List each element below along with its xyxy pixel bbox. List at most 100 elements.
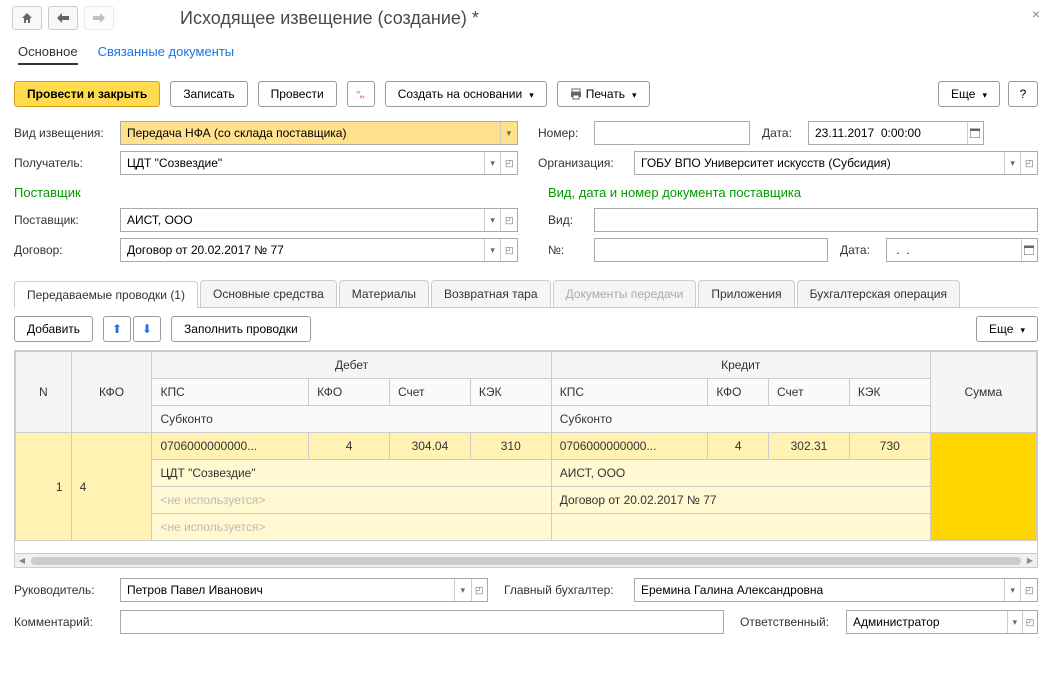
scroll-right-icon[interactable]: ▶: [1023, 554, 1037, 568]
comment-input[interactable]: [120, 610, 724, 634]
help-button[interactable]: ?: [1008, 81, 1038, 107]
dropdown-icon[interactable]: ▾: [454, 579, 470, 601]
print-button[interactable]: Печать: [557, 81, 650, 107]
doc-date-input[interactable]: [886, 238, 1038, 262]
tab-fixed-assets[interactable]: Основные средства: [200, 280, 337, 307]
open-icon[interactable]: ◰: [1020, 152, 1037, 174]
tab-accounting-op[interactable]: Бухгалтерская операция: [797, 280, 960, 307]
cell-d-kps[interactable]: 0706000000000...: [152, 433, 309, 460]
dropdown-icon[interactable]: ▾: [484, 209, 501, 231]
number-input[interactable]: [594, 121, 750, 145]
dropdown-icon[interactable]: ▾: [484, 152, 501, 174]
dropdown-icon[interactable]: ▾: [1004, 152, 1021, 174]
cell-d-sub1[interactable]: ЦДТ "Созвездие": [152, 460, 551, 487]
dropdown-icon[interactable]: ▾: [1004, 579, 1021, 601]
save-button[interactable]: Записать: [170, 81, 247, 107]
open-icon[interactable]: ◰: [1022, 611, 1037, 633]
cell-sum[interactable]: [930, 433, 1036, 541]
back-button[interactable]: [48, 6, 78, 30]
cell-d-sub3[interactable]: <не используется>: [152, 514, 551, 541]
doc-num-field[interactable]: [595, 239, 827, 261]
cell-d-acct[interactable]: 304.04: [389, 433, 470, 460]
scroll-thumb[interactable]: [31, 557, 1021, 565]
nav-tab-linked[interactable]: Связанные документы: [98, 44, 235, 65]
tab-transfer-docs: Документы передачи: [553, 280, 697, 307]
move-down-button[interactable]: ⬇: [133, 316, 161, 342]
supplier-input[interactable]: ▾ ◰: [120, 208, 518, 232]
cell-n[interactable]: 1: [16, 433, 72, 541]
cell-c-sub2[interactable]: Договор от 20.02.2017 № 77: [551, 487, 930, 514]
chief-acc-field[interactable]: [635, 579, 1004, 601]
post-button[interactable]: Провести: [258, 81, 337, 107]
comment-field[interactable]: [121, 611, 723, 633]
contract-input[interactable]: ▾ ◰: [120, 238, 518, 262]
dtkt-button[interactable]: АтКт: [347, 81, 375, 107]
manager-input[interactable]: ▾ ◰: [120, 578, 488, 602]
cell-kfo[interactable]: 4: [71, 433, 152, 541]
doc-date-field[interactable]: [887, 239, 1021, 261]
notif-type-input[interactable]: ▾: [120, 121, 518, 145]
tab-transferred-entries[interactable]: Передаваемые проводки (1): [14, 281, 198, 308]
open-icon[interactable]: ◰: [500, 152, 517, 174]
open-icon[interactable]: ◰: [1020, 579, 1037, 601]
dropdown-icon[interactable]: ▾: [484, 239, 501, 261]
add-row-button[interactable]: Добавить: [14, 316, 93, 342]
calendar-icon[interactable]: [1021, 239, 1037, 261]
cell-c-sub3[interactable]: [551, 514, 930, 541]
open-icon[interactable]: ◰: [471, 579, 487, 601]
notif-type-field[interactable]: [121, 122, 500, 144]
open-icon[interactable]: ◰: [500, 209, 517, 231]
calendar-icon[interactable]: [967, 122, 983, 144]
comment-label: Комментарий:: [14, 615, 114, 629]
org-input[interactable]: ▾ ◰: [634, 151, 1038, 175]
cell-c-kfo[interactable]: 4: [708, 433, 769, 460]
recipient-field[interactable]: [121, 152, 484, 174]
doc-num-input[interactable]: [594, 238, 828, 262]
svg-text:Ат: Ат: [356, 89, 361, 94]
fill-entries-button[interactable]: Заполнить проводки: [171, 316, 311, 342]
post-and-close-button[interactable]: Провести и закрыть: [14, 81, 160, 107]
tab-materials[interactable]: Материалы: [339, 280, 429, 307]
dropdown-icon[interactable]: ▾: [500, 122, 517, 144]
cell-c-acct[interactable]: 302.31: [769, 433, 850, 460]
tab-returnable[interactable]: Возвратная тара: [431, 280, 551, 307]
dropdown-icon[interactable]: ▾: [1007, 611, 1022, 633]
date-field[interactable]: [809, 122, 967, 144]
home-button[interactable]: [12, 6, 42, 30]
nav-tab-main[interactable]: Основное: [18, 44, 78, 65]
open-icon[interactable]: ◰: [500, 239, 517, 261]
cell-d-sub2[interactable]: <не используется>: [152, 487, 551, 514]
scroll-left-icon[interactable]: ◀: [15, 554, 29, 568]
col-kfo: КФО: [71, 352, 152, 433]
supplier-field[interactable]: [121, 209, 484, 231]
doc-num-label: №:: [548, 243, 588, 257]
manager-field[interactable]: [121, 579, 454, 601]
org-field[interactable]: [635, 152, 1004, 174]
responsible-field[interactable]: [847, 611, 1007, 633]
cell-d-kfo[interactable]: 4: [309, 433, 390, 460]
col-d-kek: КЭК: [470, 379, 551, 406]
close-button[interactable]: ×: [1032, 6, 1040, 22]
doc-type-field[interactable]: [595, 209, 1037, 231]
move-up-button[interactable]: ⬆: [103, 316, 131, 342]
number-field[interactable]: [595, 122, 749, 144]
create-based-button[interactable]: Создать на основании: [385, 81, 547, 107]
h-scrollbar[interactable]: ◀ ▶: [15, 553, 1037, 567]
date-input[interactable]: [808, 121, 984, 145]
notif-type-label: Вид извещения:: [14, 126, 114, 140]
entries-table[interactable]: N КФО Дебет Кредит Сумма КПС КФО Счет КЭ…: [15, 351, 1037, 541]
cell-c-sub1[interactable]: АИСТ, ООО: [551, 460, 930, 487]
recipient-label: Получатель:: [14, 156, 114, 170]
recipient-input[interactable]: ▾ ◰: [120, 151, 518, 175]
chief-acc-input[interactable]: ▾ ◰: [634, 578, 1038, 602]
forward-button[interactable]: [84, 6, 114, 30]
more-button[interactable]: Еще: [938, 81, 1000, 107]
tab-attachments[interactable]: Приложения: [698, 280, 794, 307]
cell-c-kps[interactable]: 0706000000000...: [551, 433, 708, 460]
responsible-input[interactable]: ▾ ◰: [846, 610, 1038, 634]
contract-field[interactable]: [121, 239, 484, 261]
cell-c-kek[interactable]: 730: [849, 433, 930, 460]
grid-more-button[interactable]: Еще: [976, 316, 1038, 342]
cell-d-kek[interactable]: 310: [470, 433, 551, 460]
doc-type-input[interactable]: [594, 208, 1038, 232]
